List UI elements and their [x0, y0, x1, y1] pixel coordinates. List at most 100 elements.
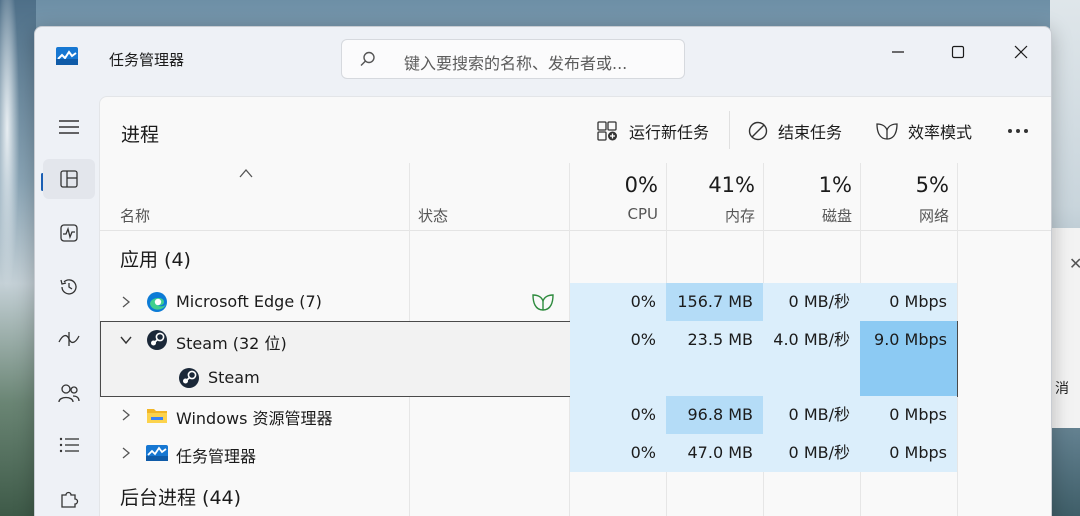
process-table: 名称 状态 0% CPU 41% 内存 1% 磁盘 5% 网络 应用 (4) M…: [100, 163, 1051, 516]
services-puzzle-icon: [61, 491, 79, 508]
run-new-task-label: 运行新任务: [629, 123, 710, 142]
efficiency-leaf-icon: [876, 123, 898, 140]
memory-cell: 23.5 MB: [666, 321, 763, 359]
page-title: 进程: [121, 124, 160, 146]
table-row[interactable]: 任务管理器 0% 47.0 MB 0 MB/秒 0 Mbps: [100, 434, 1051, 472]
sidebar-item-processes[interactable]: [43, 159, 95, 199]
details-list-icon: [59, 437, 79, 453]
sidebar-item-details[interactable]: [43, 425, 95, 465]
table-row-child[interactable]: Steam: [100, 359, 1051, 397]
disk-cell: [763, 359, 860, 397]
steam-icon: [179, 368, 199, 388]
cpu-cell: 0%: [570, 434, 666, 472]
network-cell: [860, 359, 957, 397]
network-cell: 0 Mbps: [860, 396, 957, 434]
processes-panel: 进程 运行新任务 结束任务 效率模式 名称 状态 0% CPU 41% 内存 1…: [99, 96, 1051, 516]
network-cell: 9.0 Mbps: [860, 321, 957, 359]
chevron-right-icon[interactable]: [120, 295, 132, 309]
sidebar-item-performance[interactable]: [43, 213, 95, 253]
cpu-cell: 0%: [570, 321, 666, 359]
disk-cell: 4.0 MB/秒: [763, 321, 860, 359]
group-header-background: 后台进程 (44): [120, 487, 242, 509]
history-icon: [60, 279, 77, 295]
process-name: Microsoft Edge (7): [176, 292, 322, 311]
hamburger-icon: [59, 120, 79, 134]
memory-cell: [666, 359, 763, 397]
run-new-task-button[interactable]: 运行新任务: [597, 117, 709, 145]
efficiency-leaf-icon: [532, 294, 554, 311]
end-task-label: 结束任务: [778, 123, 843, 142]
folder-icon: [147, 409, 167, 423]
title-bar: 任务管理器 键入要搜索的名称、发布者或...: [35, 27, 1051, 93]
minimize-icon: [892, 51, 904, 53]
column-header-cpu[interactable]: CPU: [628, 205, 659, 223]
command-divider: [729, 111, 730, 149]
more-dots-icon: [1008, 129, 1028, 133]
efficiency-mode-button[interactable]: 效率模式: [876, 117, 972, 145]
process-name: Steam (32 位): [176, 334, 287, 353]
table-row[interactable]: Microsoft Edge (7) 0% 156.7 MB 0 MB/秒 0 …: [100, 283, 1051, 321]
network-cell: 0 Mbps: [860, 434, 957, 472]
disk-cell: 0 MB/秒: [763, 434, 860, 472]
background-window-text: 消: [1055, 381, 1069, 397]
network-total-percent: 5%: [915, 173, 949, 197]
sidebar-nav: [35, 93, 99, 516]
disk-cell: 0 MB/秒: [763, 396, 860, 434]
close-button[interactable]: [998, 35, 1044, 69]
task-manager-window: 任务管理器 键入要搜索的名称、发布者或... 进程 运行新任务 结束任务 效率模…: [34, 26, 1052, 516]
chevron-right-icon[interactable]: [120, 446, 132, 460]
hamburger-menu-button[interactable]: [43, 107, 95, 147]
cpu-cell: 0%: [570, 396, 666, 434]
background-window[interactable]: ✕ 消: [1050, 228, 1080, 428]
search-input[interactable]: 键入要搜索的名称、发布者或...: [341, 39, 685, 79]
process-name: Steam: [208, 368, 260, 387]
performance-icon: [60, 224, 78, 242]
chevron-down-icon[interactable]: [120, 333, 132, 347]
memory-cell: 47.0 MB: [666, 434, 763, 472]
memory-cell: 156.7 MB: [666, 283, 763, 321]
sidebar-item-startup-apps[interactable]: [43, 319, 95, 359]
more-options-button[interactable]: [1003, 117, 1033, 145]
startup-icon: [58, 332, 80, 346]
column-header-name[interactable]: 名称: [120, 205, 150, 226]
app-title: 任务管理器: [109, 51, 185, 69]
task-manager-icon: [146, 445, 168, 461]
cpu-cell: [570, 359, 666, 397]
network-cell: 0 Mbps: [860, 283, 957, 321]
end-task-button[interactable]: 结束任务: [748, 117, 842, 145]
process-name: Windows 资源管理器: [176, 409, 333, 428]
sidebar-item-users[interactable]: [43, 373, 95, 413]
search-placeholder: 键入要搜索的名称、发布者或...: [404, 54, 628, 73]
sidebar-item-app-history[interactable]: [43, 267, 95, 307]
edge-icon: [147, 292, 167, 312]
steam-icon: [147, 330, 167, 350]
disk-cell: 0 MB/秒: [763, 283, 860, 321]
table-row[interactable]: Windows 资源管理器 0% 96.8 MB 0 MB/秒 0 Mbps: [100, 396, 1051, 434]
process-name: 任务管理器: [176, 447, 257, 466]
group-header-apps: 应用 (4): [120, 249, 191, 271]
processes-icon: [60, 170, 78, 188]
minimize-button[interactable]: [875, 35, 921, 69]
sidebar-item-services[interactable]: [43, 479, 95, 516]
table-header: 名称 状态 0% CPU 41% 内存 1% 磁盘 5% 网络: [100, 163, 1051, 231]
efficiency-mode-label: 效率模式: [908, 123, 973, 142]
task-manager-app-icon: [56, 47, 78, 65]
column-header-memory[interactable]: 内存: [725, 205, 755, 226]
close-icon: [1014, 45, 1028, 59]
column-header-disk[interactable]: 磁盘: [822, 205, 852, 226]
sort-ascending-icon[interactable]: [238, 167, 254, 179]
close-icon[interactable]: ✕: [1069, 254, 1080, 273]
maximize-icon: [951, 45, 965, 59]
column-header-network[interactable]: 网络: [919, 205, 949, 226]
maximize-button[interactable]: [935, 35, 981, 69]
chevron-right-icon[interactable]: [120, 408, 132, 422]
disk-total-percent: 1%: [818, 173, 852, 197]
run-new-task-icon: [597, 121, 617, 141]
cpu-total-percent: 0%: [624, 173, 658, 197]
memory-cell: 96.8 MB: [666, 396, 763, 434]
column-header-status[interactable]: 状态: [418, 205, 448, 226]
memory-total-percent: 41%: [708, 173, 755, 197]
cpu-cell: 0%: [570, 283, 666, 321]
table-row[interactable]: Steam (32 位) 0% 23.5 MB 4.0 MB/秒 9.0 Mbp…: [100, 321, 1051, 359]
search-icon: [360, 51, 375, 66]
